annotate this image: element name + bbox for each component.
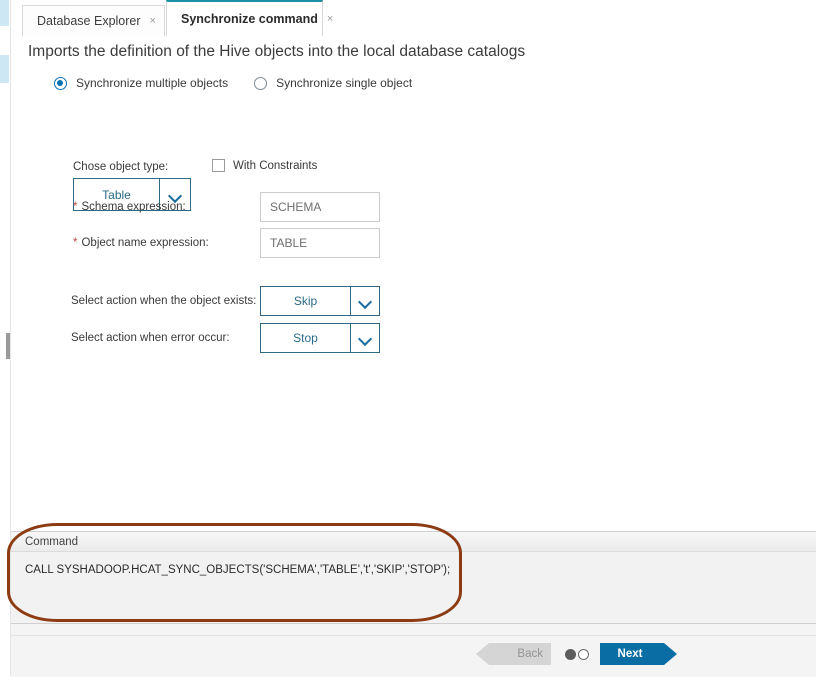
close-icon[interactable]: × [327, 14, 333, 25]
step-indicator-dots [565, 649, 589, 660]
schema-expression-input[interactable] [260, 192, 380, 222]
action-on-exists-value: Skip [261, 287, 350, 315]
chevron-down-icon[interactable] [350, 324, 379, 352]
required-marker: * [73, 201, 77, 213]
action-on-error-dropdown[interactable]: Stop [260, 323, 380, 353]
rail-highlight-block-1 [0, 0, 9, 26]
action-on-error-label: Select action when error occur: [71, 332, 230, 344]
checkbox-icon-unchecked [212, 159, 225, 172]
action-on-exists-label: Select action when the object exists: [71, 295, 256, 307]
radio-icon-selected [54, 77, 67, 90]
left-rail [0, 0, 11, 676]
tab-synchronize-command[interactable]: Synchronize command × [166, 0, 323, 36]
label-text: Object name expression: [81, 237, 208, 249]
back-button-label: Back [517, 648, 543, 660]
rail-highlight-block-2 [0, 55, 9, 83]
object-type-label: Chose object type: [73, 161, 168, 173]
action-on-exists-dropdown[interactable]: Skip [260, 286, 380, 316]
object-name-expression-input[interactable] [260, 228, 380, 258]
object-name-expression-label: * Object name expression: [73, 237, 209, 249]
radio-label: Synchronize single object [276, 76, 412, 90]
generated-command-text: CALL SYSHADOOP.HCAT_SYNC_OBJECTS('SCHEMA… [25, 564, 450, 576]
main-column: Database Explorer × Synchronize command … [11, 0, 816, 676]
step-dot-active[interactable] [565, 649, 576, 660]
tab-bar: Database Explorer × Synchronize command … [11, 0, 816, 37]
tab-database-explorer[interactable]: Database Explorer × [22, 5, 165, 36]
tab-label: Synchronize command [181, 12, 318, 26]
radio-label: Synchronize multiple objects [76, 76, 228, 90]
chevron-down-icon[interactable] [350, 287, 379, 315]
next-button-label: Next [618, 648, 643, 660]
close-icon[interactable]: × [150, 16, 156, 27]
with-constraints-label: With Constraints [233, 160, 317, 172]
with-constraints-checkbox[interactable]: With Constraints [212, 159, 317, 172]
sync-mode-radio-group: Synchronize multiple objects Synchronize… [54, 76, 412, 90]
radio-synchronize-multiple-objects[interactable]: Synchronize multiple objects [54, 76, 228, 90]
next-button[interactable]: Next [600, 643, 664, 665]
radio-synchronize-single-object[interactable]: Synchronize single object [254, 76, 412, 90]
action-on-error-value: Stop [261, 324, 350, 352]
back-button[interactable]: Back [489, 643, 551, 665]
wizard-footer-bar: Back Next [11, 635, 816, 677]
wizard-navigation: Back Next [489, 643, 664, 665]
command-panel-header: Command [11, 532, 816, 552]
page-title: Imports the definition of the Hive objec… [28, 43, 525, 61]
tab-label: Database Explorer [37, 14, 141, 28]
vertical-scrollbar-thumb[interactable] [6, 333, 10, 359]
radio-icon-unselected [254, 77, 267, 90]
form-content: Imports the definition of the Hive objec… [11, 36, 816, 531]
step-dot-inactive[interactable] [578, 649, 589, 660]
schema-expression-label: * Schema expression: [73, 201, 186, 213]
command-panel: Command CALL SYSHADOOP.HCAT_SYNC_OBJECTS… [11, 531, 816, 624]
command-panel-title: Command [25, 536, 78, 548]
required-marker: * [73, 237, 77, 249]
label-text: Schema expression: [81, 201, 185, 213]
